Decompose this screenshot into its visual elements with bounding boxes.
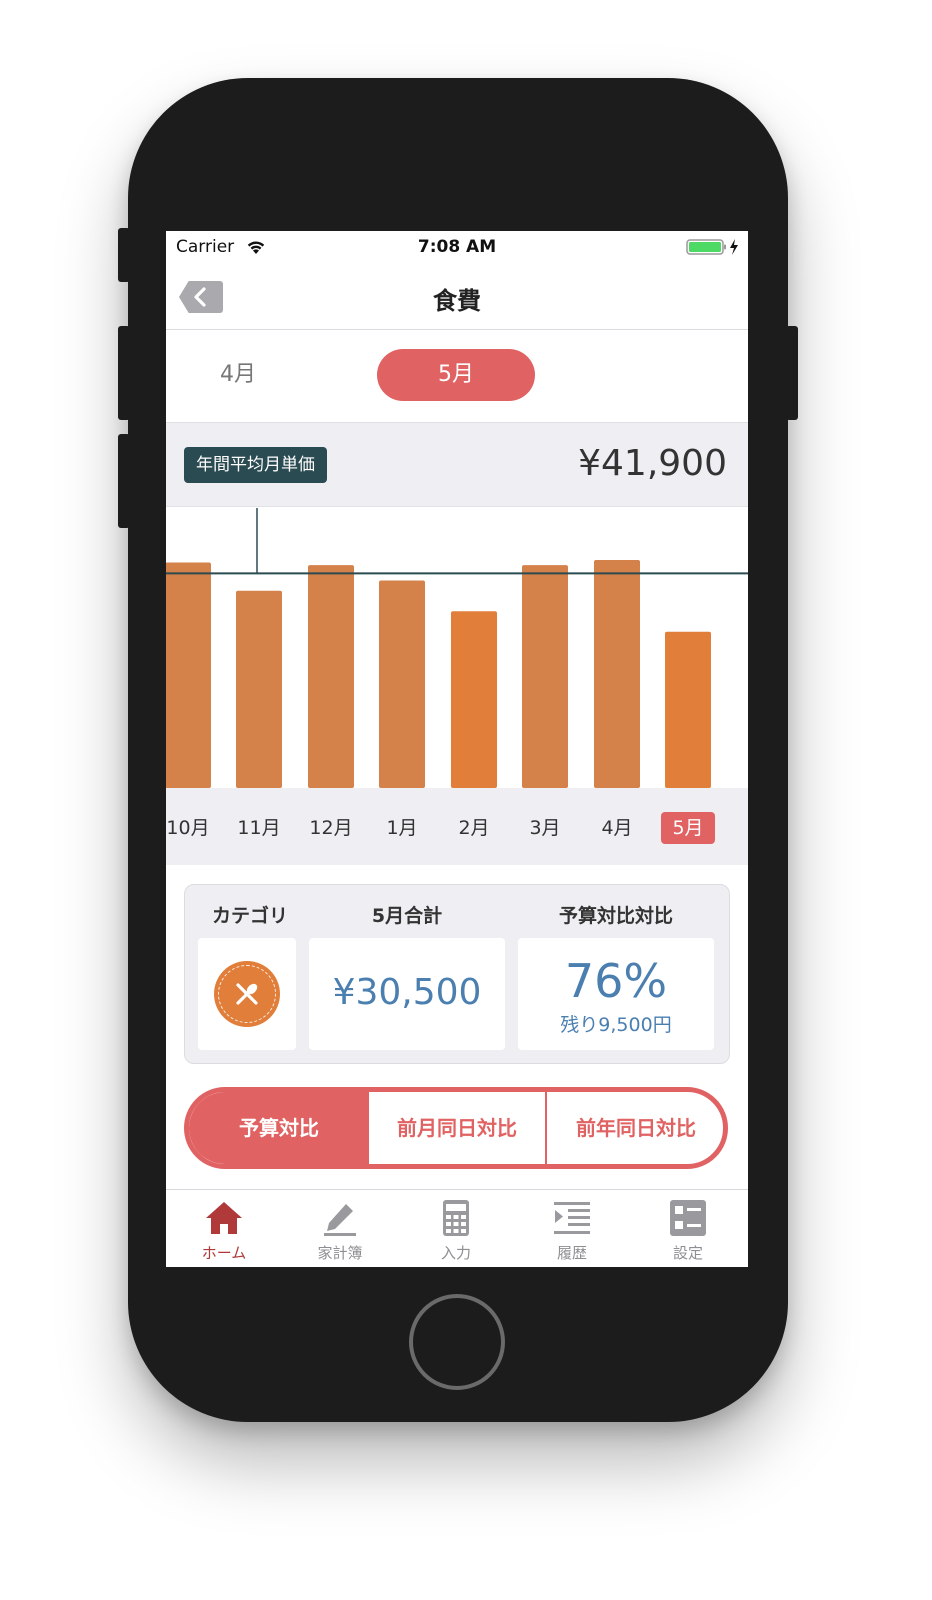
month-label-3月[interactable]: 3月 [515,812,575,844]
total-header: 5月合計 [371,905,443,927]
category-cell [198,938,296,1050]
tab-label: 入力 [440,1244,471,1262]
battery-icon [686,239,738,255]
bar-10月[interactable] [166,562,211,788]
tab-label: ホーム [201,1244,247,1262]
status-time: 7:08 AM [417,237,497,257]
screen: Carrier 7:08 AM 食費 4月 5月 年間平均月単価 ¥41,900 [166,231,748,1267]
calculator-icon [443,1200,469,1236]
summary-card: カテゴリ 5月合計 予算対比対比 ¥30,500 76% 残り9,500円 [184,884,730,1064]
month-label-5月[interactable]: 5月 [661,812,715,844]
tab-settings[interactable]: 設定 [630,1190,746,1267]
tab-label: 家計簿 [317,1244,363,1262]
average-label: 年間平均月単価 [184,447,327,483]
month-label-1月[interactable]: 1月 [372,812,432,844]
bar-4月[interactable] [594,560,640,788]
comparison-segment-control: 予算対比 前月同日対比 前年同日対比 [184,1087,728,1169]
month-tab-prev[interactable]: 4月 [166,349,317,401]
tab-household-book[interactable]: 家計簿 [282,1190,398,1267]
tab-bar: ホーム 家計簿 入力 履歴 設定 [166,1189,748,1267]
ratio-cell: 76% 残り9,500円 [518,938,714,1050]
bar-12月[interactable] [308,565,354,788]
tab-input[interactable]: 入力 [398,1190,514,1267]
tab-history[interactable]: 履歴 [514,1190,630,1267]
month-tab-current[interactable]: 5月 [377,349,535,401]
volume-up-button [118,326,130,420]
bar-chart [166,508,748,788]
pencil-icon [324,1204,356,1236]
bar-2月[interactable] [451,611,497,788]
status-bar: Carrier 7:08 AM [166,231,748,263]
month-label-10月[interactable]: 10月 [166,812,218,844]
remaining-value: 残り9,500円 [560,1014,672,1036]
tab-home[interactable]: ホーム [166,1190,282,1267]
bar-1月[interactable] [379,580,425,788]
mute-switch [118,228,130,282]
page-title: 食費 [433,287,481,315]
ratio-header: 予算対比対比 [558,905,673,927]
navigation-bar: 食費 [166,263,748,330]
total-cell: ¥30,500 [309,938,505,1050]
average-value: ¥41,900 [578,443,727,484]
tab-label: 履歴 [556,1244,587,1262]
home-button[interactable] [409,1294,505,1390]
month-selector: 4月 5月 [166,331,748,422]
bar-5月[interactable] [665,631,711,788]
segment-prev-month[interactable]: 前月同日対比 [369,1092,547,1164]
segment-budget[interactable]: 予算対比 [189,1092,369,1164]
chart-month-labels: 10月 11月 12月 1月 2月 3月 4月 5月 [166,788,748,865]
volume-down-button [118,434,130,528]
bar-11月[interactable] [236,590,282,788]
tab-label: 設定 [672,1244,703,1262]
power-button [786,326,798,420]
total-value: ¥30,500 [332,972,482,1013]
category-header: カテゴリ [211,905,288,927]
budget-ratio-value: 76% [564,954,668,1008]
month-label-11月[interactable]: 11月 [229,812,289,844]
month-label-2月[interactable]: 2月 [444,812,504,844]
month-label-4月[interactable]: 4月 [587,812,647,844]
settings-grid-icon [670,1200,706,1236]
month-label-12月[interactable]: 12月 [301,812,361,844]
home-icon [206,1202,242,1234]
list-icon [554,1202,590,1234]
fork-spoon-icon [214,961,280,1027]
bar-chart-svg [166,508,748,788]
average-panel: 年間平均月単価 ¥41,900 [166,423,748,507]
bar-3月[interactable] [522,565,568,788]
segment-prev-year[interactable]: 前年同日対比 [549,1092,723,1164]
